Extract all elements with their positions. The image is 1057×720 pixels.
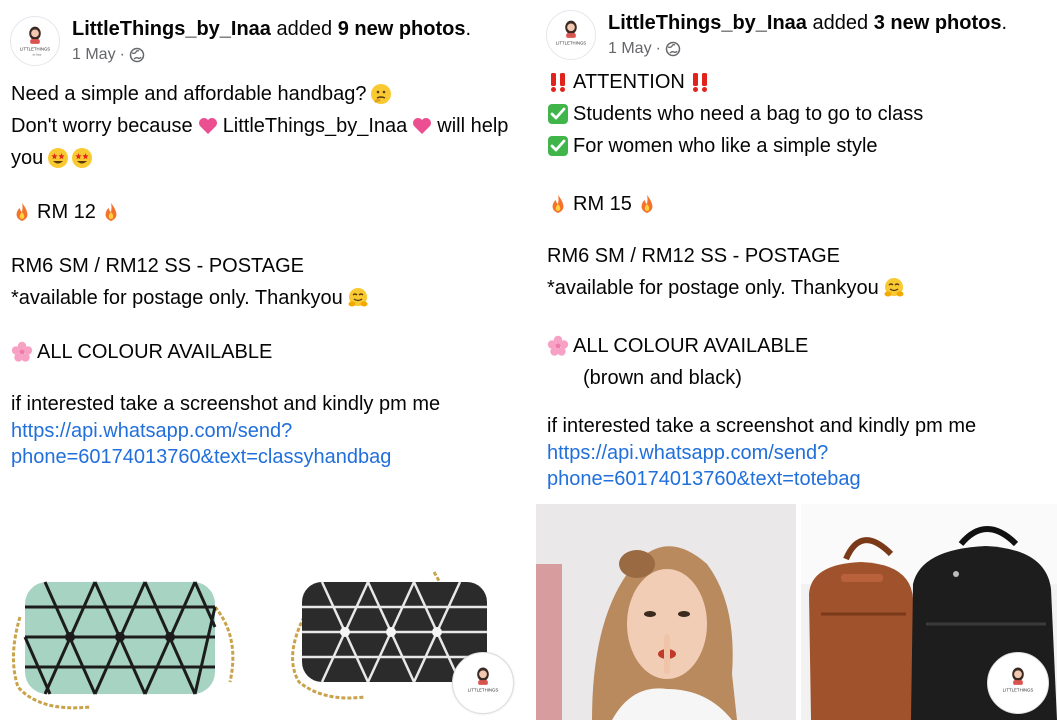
body-line: if interested take a screenshot and kind… bbox=[11, 390, 516, 418]
photo-grid: LITTLETHINGS bbox=[0, 487, 527, 720]
checklist-text: Students who need a bag to go to class bbox=[573, 103, 924, 125]
fire-icon bbox=[636, 193, 658, 215]
pink-heart-icon bbox=[411, 115, 433, 137]
price-text: RM 12 bbox=[37, 201, 96, 223]
price-text: RM 15 bbox=[573, 193, 632, 215]
colour-detail-text: (brown and black) bbox=[583, 367, 742, 389]
photo-black-bag[interactable]: LITTLETHINGS bbox=[264, 487, 527, 720]
attention-text: ATTENTION bbox=[573, 71, 685, 93]
body-line: you bbox=[11, 142, 516, 174]
cherry-blossom-icon bbox=[547, 335, 569, 357]
meta-separator: · bbox=[655, 40, 661, 57]
instruction-text: if interested take a screenshot and kind… bbox=[11, 393, 441, 415]
pink-heart-icon bbox=[197, 115, 219, 137]
fire-icon bbox=[11, 201, 33, 223]
hugging-face-icon bbox=[347, 287, 369, 309]
post-card-left: LITTLETHINGS by Inaa LittleThings_by_Ina… bbox=[0, 0, 527, 720]
photo-count-link[interactable]: 9 new photos bbox=[338, 18, 466, 40]
photo-woman-model[interactable] bbox=[536, 504, 796, 720]
action-text: added bbox=[276, 18, 333, 40]
body-text-question: Need a simple and affordable handbag? bbox=[11, 83, 367, 105]
author-name-link[interactable]: LittleThings_by_Inaa bbox=[608, 12, 807, 34]
colour-text: ALL COLOUR AVAILABLE bbox=[37, 341, 273, 363]
post-body: ATTENTION Students who need a bag to go … bbox=[547, 66, 1052, 492]
body-line: Need a simple and affordable handbag? bbox=[11, 78, 516, 110]
svg-text:by Inaa: by Inaa bbox=[33, 52, 42, 56]
body-line: Don't worry because LittleThings_by_Inaa… bbox=[11, 110, 516, 142]
post-date-link[interactable]: 1 May bbox=[608, 40, 652, 58]
page-avatar[interactable]: LITTLETHINGS by Inaa bbox=[10, 16, 60, 66]
cherry-blossom-icon bbox=[11, 341, 33, 363]
author-name-link[interactable]: LittleThings_by_Inaa bbox=[72, 18, 271, 40]
availability-text: *available for postage only. Thankyou bbox=[11, 287, 343, 309]
availability-text: *available for postage only. Thankyou bbox=[547, 277, 879, 299]
post-body: Need a simple and affordable handbag? Do… bbox=[11, 78, 516, 470]
author-line: LittleThings_by_Inaa added 3 new photos. bbox=[608, 12, 1007, 35]
whatsapp-link[interactable]: https://api.whatsapp.com/send? bbox=[11, 418, 516, 444]
photo-mint-bag[interactable] bbox=[0, 487, 258, 720]
page-logo-watermark: LITTLETHINGS bbox=[452, 652, 514, 714]
body-text: will help bbox=[437, 115, 509, 137]
body-line: RM6 SM / RM12 SS - POSTAGE bbox=[11, 250, 516, 282]
author-line: LittleThings_by_Inaa added 9 new photos. bbox=[72, 18, 471, 41]
photo-count-link[interactable]: 3 new photos bbox=[874, 12, 1002, 34]
body-line: if interested take a screenshot and kind… bbox=[547, 412, 1052, 440]
page-logo-watermark: LITTLETHINGS bbox=[987, 652, 1049, 714]
attention-line: ATTENTION bbox=[547, 66, 1052, 98]
whatsapp-link-continued[interactable]: phone=60174013760&text=totebag bbox=[547, 466, 1052, 492]
globe-icon bbox=[665, 41, 681, 57]
double-exclamation-icon bbox=[547, 71, 569, 93]
svg-text:LITTLETHINGS: LITTLETHINGS bbox=[468, 688, 499, 693]
check-mark-icon bbox=[547, 135, 569, 157]
postage-text: RM6 SM / RM12 SS - POSTAGE bbox=[11, 255, 305, 277]
post-meta: 1 May · bbox=[608, 40, 681, 58]
shop-name-text: LittleThings_by_Inaa bbox=[222, 115, 408, 137]
checklist-text: For women who like a simple style bbox=[573, 135, 878, 157]
colour-text: ALL COLOUR AVAILABLE bbox=[573, 335, 809, 357]
colour-line: ALL COLOUR AVAILABLE bbox=[11, 336, 516, 368]
photo-grid: LITTLETHINGS bbox=[536, 504, 1057, 720]
body-text: Don't worry because bbox=[11, 115, 193, 137]
svg-text:LITTLETHINGS: LITTLETHINGS bbox=[556, 41, 586, 46]
body-text: you bbox=[11, 147, 44, 169]
column-divider bbox=[527, 0, 536, 720]
body-line: *available for postage only. Thankyou bbox=[547, 272, 1052, 304]
instruction-text: if interested take a screenshot and kind… bbox=[547, 415, 977, 437]
hugging-face-icon bbox=[883, 277, 905, 299]
star-struck-icon bbox=[71, 147, 93, 169]
period: . bbox=[1001, 12, 1008, 34]
fire-icon bbox=[100, 201, 122, 223]
photo-backpacks[interactable]: LITTLETHINGS bbox=[801, 504, 1057, 720]
postage-text: RM6 SM / RM12 SS - POSTAGE bbox=[547, 245, 841, 267]
price-line: RM 12 bbox=[11, 196, 516, 228]
check-mark-icon bbox=[547, 103, 569, 125]
body-line: RM6 SM / RM12 SS - POSTAGE bbox=[547, 240, 1052, 272]
star-struck-icon bbox=[47, 147, 69, 169]
period: . bbox=[465, 18, 472, 40]
colour-detail-line: (brown and black) bbox=[547, 362, 1052, 394]
page-avatar[interactable]: LITTLETHINGS bbox=[546, 10, 596, 60]
globe-icon bbox=[129, 47, 145, 63]
checklist-item: For women who like a simple style bbox=[547, 130, 1052, 162]
post-card-right: LITTLETHINGS LittleThings_by_Inaa added … bbox=[536, 0, 1057, 720]
post-date-link[interactable]: 1 May bbox=[72, 46, 116, 64]
double-exclamation-icon bbox=[689, 71, 711, 93]
body-line: *available for postage only. Thankyou bbox=[11, 282, 516, 314]
checklist-item: Students who need a bag to go to class bbox=[547, 98, 1052, 130]
whatsapp-link[interactable]: https://api.whatsapp.com/send? bbox=[547, 440, 1052, 466]
svg-text:LITTLETHINGS: LITTLETHINGS bbox=[20, 47, 50, 52]
meta-separator: · bbox=[119, 46, 125, 63]
fire-icon bbox=[547, 193, 569, 215]
svg-text:LITTLETHINGS: LITTLETHINGS bbox=[1003, 688, 1034, 693]
thinking-face-icon bbox=[370, 83, 392, 105]
post-meta: 1 May · bbox=[72, 46, 145, 64]
price-line: RM 15 bbox=[547, 188, 1052, 220]
whatsapp-link-continued[interactable]: phone=60174013760&text=classyhandbag bbox=[11, 444, 516, 470]
action-text: added bbox=[812, 12, 869, 34]
colour-line: ALL COLOUR AVAILABLE bbox=[547, 330, 1052, 362]
